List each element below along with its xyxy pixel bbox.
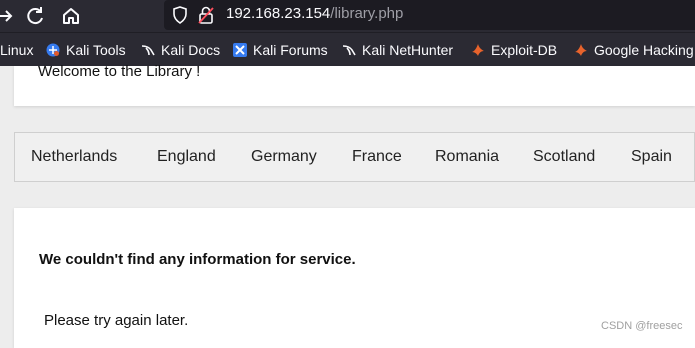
bookmark-linux[interactable]: Linux [0,40,33,60]
bookmark-label: Linux [0,42,34,58]
nav-item-england[interactable]: England [157,148,216,166]
url-text[interactable]: 192.168.23.154/library.php [226,5,403,22]
error-message: We couldn't find any information for ser… [39,251,356,268]
url-bar[interactable]: 192.168.23.154/library.php [164,0,695,30]
forward-icon[interactable] [0,4,18,28]
bookmark-exploit-db[interactable]: Exploit-DB [471,40,557,60]
reload-icon[interactable] [24,4,48,28]
bookmark-label: Kali Tools [66,42,126,58]
bookmark-kali-nethunter[interactable]: Kali NetHunter [342,40,453,60]
retry-message: Please try again later. [44,312,189,329]
nav-item-france[interactable]: France [352,148,402,166]
nav-item-spain[interactable]: Spain [631,148,672,166]
kali-dragon-icon [342,43,356,57]
page-content: Welcome to the Library ! Netherlands Eng… [0,63,695,348]
url-path: /library.php [330,5,404,22]
nav-item-netherlands[interactable]: Netherlands [31,148,117,166]
bookmark-kali-docs[interactable]: Kali Docs [141,40,220,60]
bookmark-label: Kali Forums [253,42,328,58]
nav-item-scotland[interactable]: Scotland [533,148,595,166]
browser-toolbar: 192.168.23.154/library.php [0,0,695,32]
country-nav: Netherlands England Germany France Roman… [14,132,695,182]
bookmark-label: Kali NetHunter [362,42,454,58]
bookmark-google-hacking[interactable]: Google Hacking [574,40,694,60]
bookmark-label: Kali Docs [161,42,221,58]
kali-dragon-icon [141,43,155,57]
kali-forums-icon [233,43,247,57]
kali-tools-icon [46,43,60,57]
nav-item-germany[interactable]: Germany [251,148,317,166]
watermark: CSDN @freesec [601,320,683,332]
result-card: We couldn't find any information for ser… [14,208,695,348]
shield-icon[interactable] [172,6,188,28]
nav-item-romania[interactable]: Romania [435,148,499,166]
bookmark-kali-tools[interactable]: Kali Tools [46,40,126,60]
bookmark-kali-forums[interactable]: Kali Forums [233,40,328,60]
insecure-lock-icon[interactable] [198,6,214,28]
welcome-card: Welcome to the Library ! [14,63,695,106]
home-icon[interactable] [59,4,83,28]
exploit-db-icon [471,43,485,57]
exploit-db-icon [574,43,588,57]
url-host: 192.168.23.154 [226,5,331,22]
bookmark-label: Exploit-DB [491,42,558,58]
welcome-text: Welcome to the Library ! [38,63,201,80]
bookmark-label: Google Hacking [594,42,694,58]
